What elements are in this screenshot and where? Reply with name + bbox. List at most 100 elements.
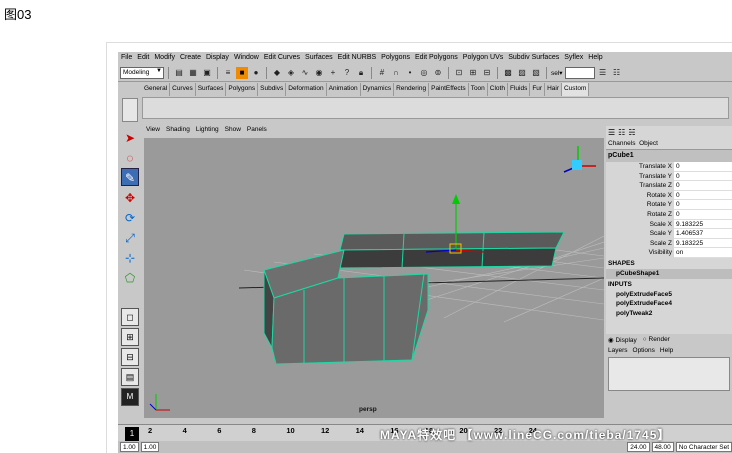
menu-syflex[interactable]: Syflex: [564, 54, 583, 63]
render-icon[interactable]: ⊟: [481, 67, 493, 79]
last-tool-icon[interactable]: ⬠: [121, 268, 139, 286]
menu-create[interactable]: Create: [180, 54, 201, 63]
menu-polygon-uvs[interactable]: Polygon UVs: [463, 54, 503, 63]
attribute-name[interactable]: Rotate X: [606, 191, 674, 201]
attribute-name[interactable]: Visibility: [606, 248, 674, 258]
menu-edit-nurbs[interactable]: Edit NURBS: [338, 54, 377, 63]
outliner-layout-icon[interactable]: ▤: [121, 368, 139, 386]
snap-curve-icon[interactable]: ∩: [390, 67, 402, 79]
input-node[interactable]: polyExtrudeFace4: [606, 299, 732, 309]
shelf-tab-fur[interactable]: Fur: [530, 83, 546, 96]
panel-menu-panels[interactable]: Panels: [247, 126, 267, 137]
object-name[interactable]: pCube1: [606, 150, 732, 162]
menu-edit-polygons[interactable]: Edit Polygons: [415, 54, 458, 63]
menu-file[interactable]: File: [121, 54, 132, 63]
attribute-value[interactable]: 9.183225: [674, 238, 732, 249]
options-menu[interactable]: Options: [633, 347, 655, 354]
tab-channels[interactable]: Channels: [608, 140, 635, 147]
manipulator-tool-icon[interactable]: ⊹: [121, 248, 139, 266]
render-globals-icon[interactable]: ▧: [530, 67, 542, 79]
attribute-name[interactable]: Scale Y: [606, 229, 674, 239]
attribute-name[interactable]: Scale X: [606, 220, 674, 230]
attribute-value[interactable]: 9.183225: [674, 219, 732, 230]
snap-point-icon[interactable]: •: [404, 67, 416, 79]
end-time-field[interactable]: 48.00: [651, 442, 674, 452]
lock-selection-icon[interactable]: 🔒︎: [355, 67, 367, 79]
panel-menu-lighting[interactable]: Lighting: [196, 126, 219, 137]
make-live-icon[interactable]: ⊚: [432, 67, 444, 79]
shelf-tab-polygons[interactable]: Polygons: [226, 83, 259, 96]
panel-menu-shading[interactable]: Shading: [166, 126, 190, 137]
menu-polygons[interactable]: Polygons: [381, 54, 410, 63]
shelf-tab-animation[interactable]: Animation: [327, 83, 361, 96]
render-frame-icon[interactable]: ▩: [502, 67, 514, 79]
select-deform-icon[interactable]: +: [327, 67, 339, 79]
menu-window[interactable]: Window: [234, 54, 259, 63]
shelf-tab-rendering[interactable]: Rendering: [394, 83, 430, 96]
select-joint-icon[interactable]: ◈: [285, 67, 297, 79]
panel-menu-show[interactable]: Show: [225, 126, 241, 137]
select-handle-icon[interactable]: ◆: [271, 67, 283, 79]
attribute-editor-icon[interactable]: ☷: [611, 67, 623, 79]
open-scene-icon[interactable]: ▦: [187, 67, 199, 79]
attribute-spread-icon[interactable]: ☵: [628, 128, 635, 138]
menu-modify[interactable]: Modify: [154, 54, 175, 63]
select-hierarchy-icon[interactable]: ≡: [222, 67, 234, 79]
menu-edit-curves[interactable]: Edit Curves: [264, 54, 300, 63]
attribute-value[interactable]: 0: [674, 200, 732, 210]
attribute-value[interactable]: 0: [674, 190, 732, 201]
two-view-layout-icon[interactable]: ⊟: [121, 348, 139, 366]
render-radio[interactable]: ○ Render: [643, 336, 670, 344]
attribute-value[interactable]: 1.406537: [674, 229, 732, 239]
shelf-tab-deformation[interactable]: Deformation: [286, 83, 327, 96]
perspective-viewport[interactable]: persp: [144, 138, 604, 418]
attribute-name[interactable]: Rotate Z: [606, 210, 674, 220]
select-curve-icon[interactable]: ∿: [299, 67, 311, 79]
playback-end-field[interactable]: 24.00: [627, 442, 650, 452]
attribute-name[interactable]: Translate X: [606, 162, 674, 172]
shape-node[interactable]: pCubeShape1: [606, 268, 732, 279]
select-object-icon[interactable]: ■: [236, 67, 248, 79]
shelf-menu-button[interactable]: [122, 98, 138, 122]
channel-box-icon[interactable]: ☰: [608, 128, 615, 138]
menu-subdiv-surfaces[interactable]: Subdiv Surfaces: [508, 54, 559, 63]
layers-menu[interactable]: Layers: [608, 347, 628, 354]
shelf-tab-toon[interactable]: Toon: [469, 83, 488, 96]
layer-editor-icon[interactable]: ☷: [618, 128, 625, 138]
attribute-value[interactable]: 0: [674, 181, 732, 191]
shelf-tab-surfaces[interactable]: Surfaces: [196, 83, 227, 96]
select-tool-icon[interactable]: ➤: [121, 128, 139, 146]
attribute-name[interactable]: Rotate Y: [606, 200, 674, 210]
four-view-layout-icon[interactable]: ⊞: [121, 328, 139, 346]
playback-start-field[interactable]: 1.00: [140, 442, 160, 452]
attribute-value[interactable]: 0: [674, 171, 732, 182]
mode-select[interactable]: Modeling: [120, 67, 164, 79]
rotate-tool-icon[interactable]: ⟳: [121, 208, 139, 226]
panel-menu-view[interactable]: View: [146, 126, 160, 137]
shelf-tab-painteffects[interactable]: PaintEffects: [429, 83, 469, 96]
display-radio[interactable]: ◉ Display: [608, 336, 637, 344]
single-view-layout-icon[interactable]: ◻: [121, 308, 139, 326]
shelf-tab-fluids[interactable]: Fluids: [508, 83, 531, 96]
scale-tool-icon[interactable]: ⤢: [121, 228, 139, 246]
attribute-value[interactable]: 0: [674, 162, 732, 172]
paint-select-tool-icon[interactable]: ✎: [121, 168, 139, 186]
shelf-tab-cloth[interactable]: Cloth: [488, 83, 508, 96]
select-component-icon[interactable]: ●: [250, 67, 262, 79]
shelf-tab-custom[interactable]: Custom: [562, 83, 590, 96]
tab-object[interactable]: Object: [639, 140, 658, 147]
layer-list[interactable]: [608, 357, 730, 391]
new-scene-icon[interactable]: ▤: [173, 67, 185, 79]
attribute-value[interactable]: on: [674, 248, 732, 258]
shelf-tab-curves[interactable]: Curves: [170, 83, 196, 96]
view-cube-icon[interactable]: [563, 146, 596, 173]
lasso-tool-icon[interactable]: ◌: [121, 148, 139, 166]
snap-grid-icon[interactable]: #: [376, 67, 388, 79]
channel-box-toggle-icon[interactable]: ☰: [597, 67, 609, 79]
menu-display[interactable]: Display: [206, 54, 229, 63]
input-node[interactable]: polyExtrudeFace5: [606, 290, 732, 300]
help-menu[interactable]: Help: [660, 347, 673, 354]
start-time-field[interactable]: 1.00: [120, 442, 139, 452]
shelf-tab-general[interactable]: General: [142, 83, 171, 96]
attribute-name[interactable]: Translate Z: [606, 181, 674, 191]
